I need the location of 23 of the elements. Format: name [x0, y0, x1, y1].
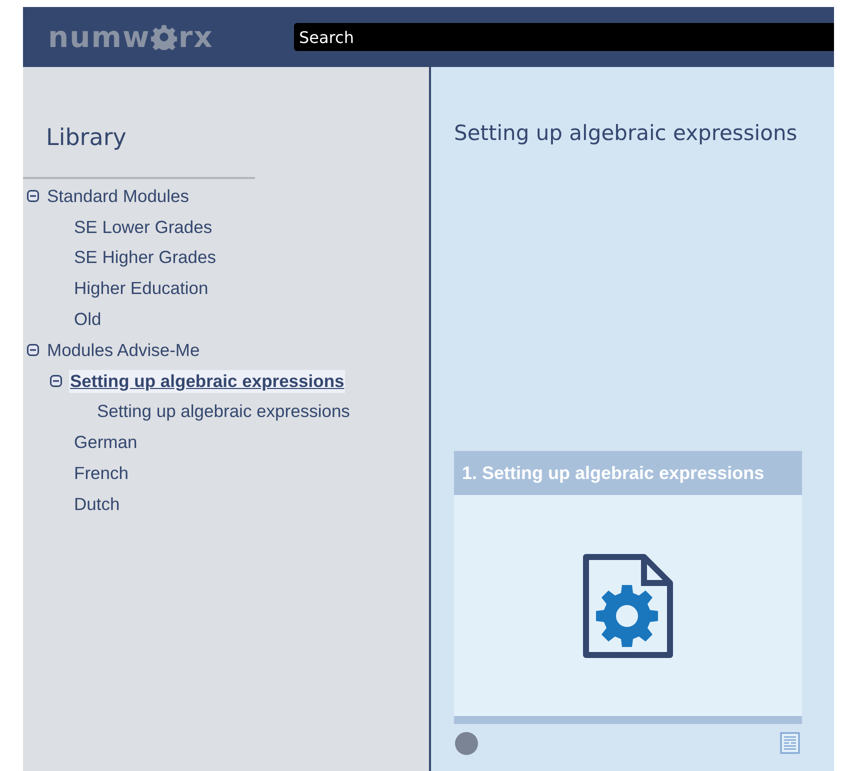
- status-circle: [455, 732, 478, 755]
- tree-item[interactable]: Old: [73, 308, 102, 332]
- collapse-icon[interactable]: [27, 190, 39, 202]
- gear-icon: [151, 24, 178, 50]
- tree-item[interactable]: Higher Education: [73, 277, 210, 300]
- collapse-icon[interactable]: [27, 344, 39, 356]
- tree-item[interactable]: Standard Modules: [46, 184, 190, 208]
- search-field[interactable]: Search: [294, 23, 834, 51]
- tree-item[interactable]: Modules Advise-Me: [46, 338, 201, 362]
- tree-item[interactable]: German: [73, 431, 138, 454]
- library-title: Library: [46, 124, 128, 153]
- tree-item[interactable]: SE Higher Grades: [73, 246, 218, 270]
- logo-text: numw: [48, 20, 150, 54]
- card-title: 1. Setting up algebraic expressions: [454, 451, 802, 495]
- collapse-icon[interactable]: [50, 375, 62, 388]
- document-gear-icon: [583, 554, 673, 658]
- logo-text: rx: [178, 20, 214, 54]
- tree-item[interactable]: SE Lower Grades: [73, 216, 214, 239]
- tree-item[interactable]: French: [73, 462, 130, 486]
- tree-item[interactable]: Dutch: [73, 492, 121, 516]
- tree-item[interactable]: Setting up algebraic expressions: [96, 400, 351, 424]
- page-title: Setting up algebraic expressions: [454, 120, 798, 147]
- tree-item[interactable]: Setting up algebraic expressions: [69, 370, 346, 393]
